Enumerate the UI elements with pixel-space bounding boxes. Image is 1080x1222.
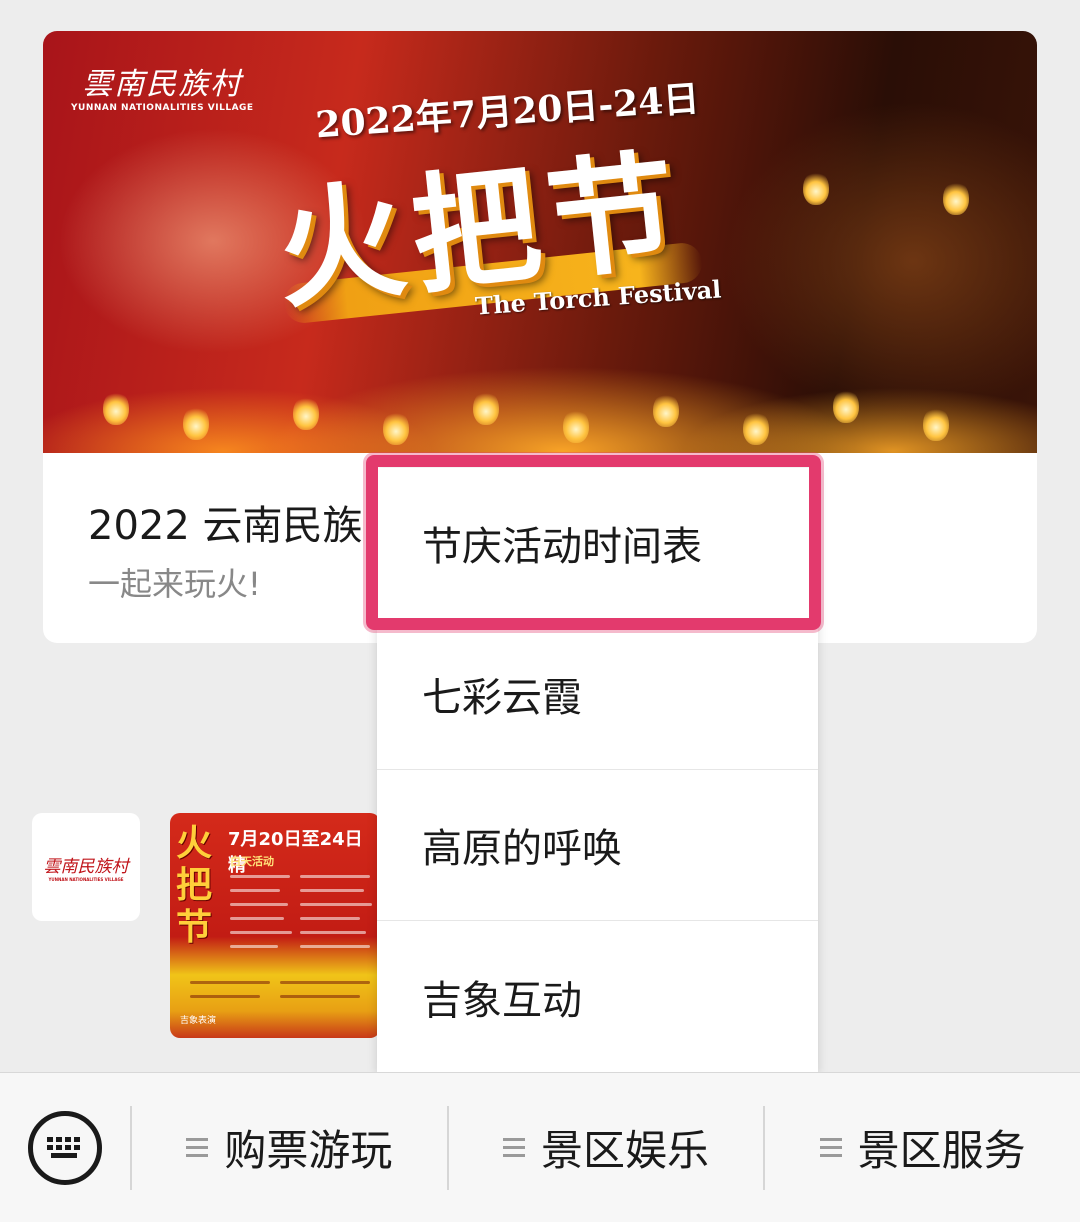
menu-item-plateau-call[interactable]: 高原的呼唤 xyxy=(377,770,818,921)
brand-logo-en: YUNNAN NATIONALITIES VILLAGE xyxy=(71,103,254,113)
menu-item-label: 节庆活动时间表 xyxy=(422,524,702,570)
account-avatar[interactable]: 雲南民族村 YUNNAN NATIONALITIES VILLAGE xyxy=(32,813,140,921)
brand-logo: 雲南民族村 YUNNAN NATIONALITIES VILLAGE xyxy=(71,59,254,113)
keyboard-icon xyxy=(28,1110,102,1185)
bottom-menu-entertainment[interactable]: 景区娱乐 xyxy=(449,1073,764,1222)
menu-item-festival-schedule[interactable]: 节庆活动时间表 xyxy=(377,468,818,619)
avatar-logo-zh: 雲南民族村 xyxy=(43,857,129,877)
poster-image-message[interactable]: 火把节 7月20日至24日精 白天活动 吉象表演 xyxy=(170,813,380,1038)
keyboard-toggle-button[interactable] xyxy=(0,1073,130,1222)
poster-footer: 吉象表演 xyxy=(180,1016,217,1026)
article-banner-image: 雲南民族村 YUNNAN NATIONALITIES VILLAGE 2022年… xyxy=(43,31,1037,453)
menu-item-label: 七彩云霞 xyxy=(422,675,582,721)
bottom-menu-label: 购票游玩 xyxy=(224,1126,393,1175)
bottom-menu-bar: 购票游玩 景区娱乐 景区服务 xyxy=(0,1072,1080,1222)
article-digest: 一起来玩火! xyxy=(88,565,261,603)
menu-item-elephant-interaction[interactable]: 吉象互动 xyxy=(377,921,818,1072)
article-title[interactable]: 2022 云南民族 xyxy=(88,493,363,551)
menu-lines-icon xyxy=(503,1138,525,1157)
bottom-menu-label: 景区服务 xyxy=(857,1126,1026,1175)
menu-item-label: 高原的呼唤 xyxy=(422,826,622,872)
poster-vertical-title: 火把节 xyxy=(176,823,213,948)
brand-logo-zh: 雲南民族村 xyxy=(82,67,243,102)
bottom-menu-services[interactable]: 景区服务 xyxy=(765,1073,1080,1222)
menu-lines-icon xyxy=(819,1138,842,1157)
popup-menu: 节庆活动时间表 七彩云霞 高原的呼唤 吉象互动 xyxy=(377,468,818,1072)
poster-heading: 7月20日至24日精 xyxy=(228,829,363,876)
menu-lines-icon xyxy=(186,1138,209,1157)
menu-item-label: 吉象互动 xyxy=(422,977,582,1024)
poster-sub-heading: 白天活动 xyxy=(230,855,274,868)
menu-item-colorful-clouds[interactable]: 七彩云霞 xyxy=(377,619,818,770)
avatar-logo-en: YUNNAN NATIONALITIES VILLAGE xyxy=(48,877,124,882)
bottom-menu-label: 景区娱乐 xyxy=(541,1126,710,1175)
bottom-menu-tickets[interactable]: 购票游玩 xyxy=(132,1073,447,1222)
